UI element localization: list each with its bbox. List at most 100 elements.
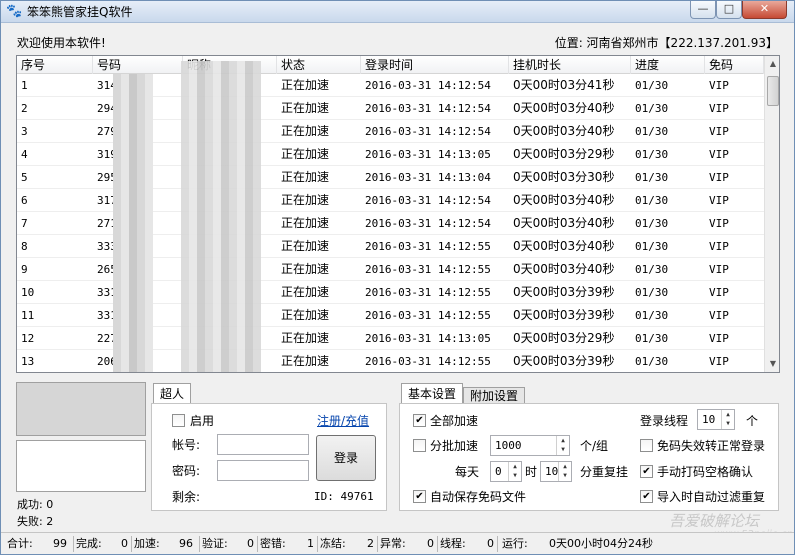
pwderr-value: 1 xyxy=(307,537,314,550)
tab-basic-settings[interactable]: 基本设置 xyxy=(401,383,464,404)
login-threads-spin[interactable]: ▲ ▼ xyxy=(721,410,734,429)
scroll-down-icon[interactable]: ▼ xyxy=(765,356,779,372)
total-label: 合计: xyxy=(7,537,33,550)
cell-status: 正在加速 xyxy=(281,78,330,92)
enable-label: 启用 xyxy=(190,414,215,428)
cell-login-time: 2016-03-31 14:13:04 xyxy=(365,171,491,184)
running-label: 运行: xyxy=(502,537,528,550)
log-textbox[interactable] xyxy=(16,440,146,492)
col-header-number[interactable]: 号码 xyxy=(93,56,183,74)
fail-count: 失败: 2 xyxy=(17,515,54,528)
manual-captcha-label: 手动打码空格确认 xyxy=(657,465,754,479)
abnormal-label: 异常: xyxy=(380,537,406,550)
fallback-login-checkbox[interactable] xyxy=(640,439,653,452)
spin-up-icon[interactable]: ▲ xyxy=(559,462,571,471)
col-header-duration[interactable]: 挂机时长 xyxy=(509,56,631,74)
table-scrollbar[interactable]: ▲ ▼ xyxy=(764,56,779,372)
pwderr-label: 密错: xyxy=(260,537,286,550)
cell-duration: 0天00时03分40秒 xyxy=(513,193,615,207)
abnormal-value: 0 xyxy=(427,537,434,550)
cell-free-code: VIP xyxy=(709,194,729,207)
hour-spin[interactable]: ▲ ▼ xyxy=(508,462,521,481)
cell-status: 正在加速 xyxy=(281,285,330,299)
cell-index: 1 xyxy=(21,79,28,92)
status-divider xyxy=(199,536,200,552)
cell-duration: 0天00时03分40秒 xyxy=(513,216,615,230)
title-bar: 🐾 笨笨熊管家挂Q软件 — □ ✕ xyxy=(1,1,794,23)
cell-free-code: VIP xyxy=(709,102,729,115)
status-divider xyxy=(377,536,378,552)
running-value: 0天00小时04分24秒 xyxy=(549,537,653,550)
cell-progress: 01/30 xyxy=(635,102,669,115)
cell-status: 正在加速 xyxy=(281,170,330,184)
cell-duration: 0天00时03分39秒 xyxy=(513,285,615,299)
batch-size-spin[interactable]: ▲ ▼ xyxy=(556,436,569,455)
status-divider xyxy=(317,536,318,552)
account-input[interactable] xyxy=(217,434,309,455)
cell-index: 13 xyxy=(21,355,35,368)
register-link[interactable]: 注册/充值 xyxy=(317,414,369,428)
batch-size-stepper[interactable]: 1000 ▲ ▼ xyxy=(490,435,570,456)
minute-spin[interactable]: ▲ ▼ xyxy=(558,462,571,481)
cell-login-time: 2016-03-31 14:12:55 xyxy=(365,355,491,368)
remaining-label: 剩余: xyxy=(172,490,201,504)
cell-status: 正在加速 xyxy=(281,193,330,207)
spin-up-icon[interactable]: ▲ xyxy=(722,410,734,419)
scroll-thumb[interactable] xyxy=(767,76,779,106)
cell-login-time: 2016-03-31 14:12:54 xyxy=(365,217,491,230)
hour-stepper[interactable]: 0 ▲ ▼ xyxy=(490,461,522,482)
auto-save-checkbox[interactable]: ✔ xyxy=(413,490,426,503)
spin-up-icon[interactable]: ▲ xyxy=(557,436,569,445)
cell-login-time: 2016-03-31 14:12:55 xyxy=(365,240,491,253)
auto-filter-label: 导入时自动过滤重复 xyxy=(657,490,766,504)
status-bar: 合计: 99 完成: 0 加速: 96 验证: 0 密错: 1 冻结: 2 异常… xyxy=(1,532,794,554)
minimize-button[interactable]: — xyxy=(690,1,716,19)
spin-down-icon[interactable]: ▼ xyxy=(557,445,569,454)
cell-progress: 01/30 xyxy=(635,240,669,253)
maximize-button[interactable]: □ xyxy=(716,1,742,19)
cell-duration: 0天00时03分40秒 xyxy=(513,239,615,253)
enable-checkbox[interactable] xyxy=(172,414,185,427)
spin-down-icon[interactable]: ▼ xyxy=(559,471,571,480)
spin-up-icon[interactable]: ▲ xyxy=(509,462,521,471)
cell-index: 8 xyxy=(21,240,28,253)
hour-value: 0 xyxy=(495,465,502,478)
cell-index: 6 xyxy=(21,194,28,207)
status-divider xyxy=(73,536,74,552)
batch-speedup-checkbox[interactable] xyxy=(413,439,426,452)
all-speedup-checkbox[interactable]: ✔ xyxy=(413,414,426,427)
watermark-text: 吾爱破解论坛 xyxy=(669,512,760,530)
cell-free-code: VIP xyxy=(709,286,729,299)
cell-status: 正在加速 xyxy=(281,354,330,368)
login-button[interactable]: 登录 xyxy=(316,435,376,481)
minute-stepper[interactable]: 10 ▲ ▼ xyxy=(540,461,572,482)
cell-duration: 0天00时03分40秒 xyxy=(513,262,615,276)
scroll-up-icon[interactable]: ▲ xyxy=(765,56,779,72)
cell-index: 10 xyxy=(21,286,35,299)
manual-captcha-checkbox[interactable]: ✔ xyxy=(640,465,653,478)
col-header-status[interactable]: 状态 xyxy=(277,56,361,74)
spin-down-icon[interactable]: ▼ xyxy=(722,419,734,428)
cell-status: 正在加速 xyxy=(281,262,330,276)
spin-down-icon[interactable]: ▼ xyxy=(509,471,521,480)
cell-index: 2 xyxy=(21,102,28,115)
per-group-label: 个/组 xyxy=(580,439,609,453)
cell-login-time: 2016-03-31 14:12:55 xyxy=(365,286,491,299)
cell-progress: 01/30 xyxy=(635,79,669,92)
col-header-free-code[interactable]: 免码 xyxy=(705,56,764,74)
col-header-index[interactable]: 序号 xyxy=(17,56,93,74)
close-button[interactable]: ✕ xyxy=(742,1,787,19)
password-input[interactable] xyxy=(217,460,309,481)
cell-login-time: 2016-03-31 14:12:54 xyxy=(365,79,491,92)
login-threads-stepper[interactable]: 10 ▲ ▼ xyxy=(697,409,735,430)
auto-filter-checkbox[interactable]: ✔ xyxy=(640,490,653,503)
col-header-progress[interactable]: 进度 xyxy=(631,56,705,74)
cell-login-time: 2016-03-31 14:13:05 xyxy=(365,332,491,345)
tab-superman[interactable]: 超人 xyxy=(153,383,192,404)
welcome-text: 欢迎使用本软件! xyxy=(17,36,106,50)
cell-progress: 01/30 xyxy=(635,332,669,345)
captcha-image-box xyxy=(16,382,146,436)
cell-progress: 01/30 xyxy=(635,355,669,368)
cell-progress: 01/30 xyxy=(635,171,669,184)
col-header-login-time[interactable]: 登录时间 xyxy=(361,56,509,74)
